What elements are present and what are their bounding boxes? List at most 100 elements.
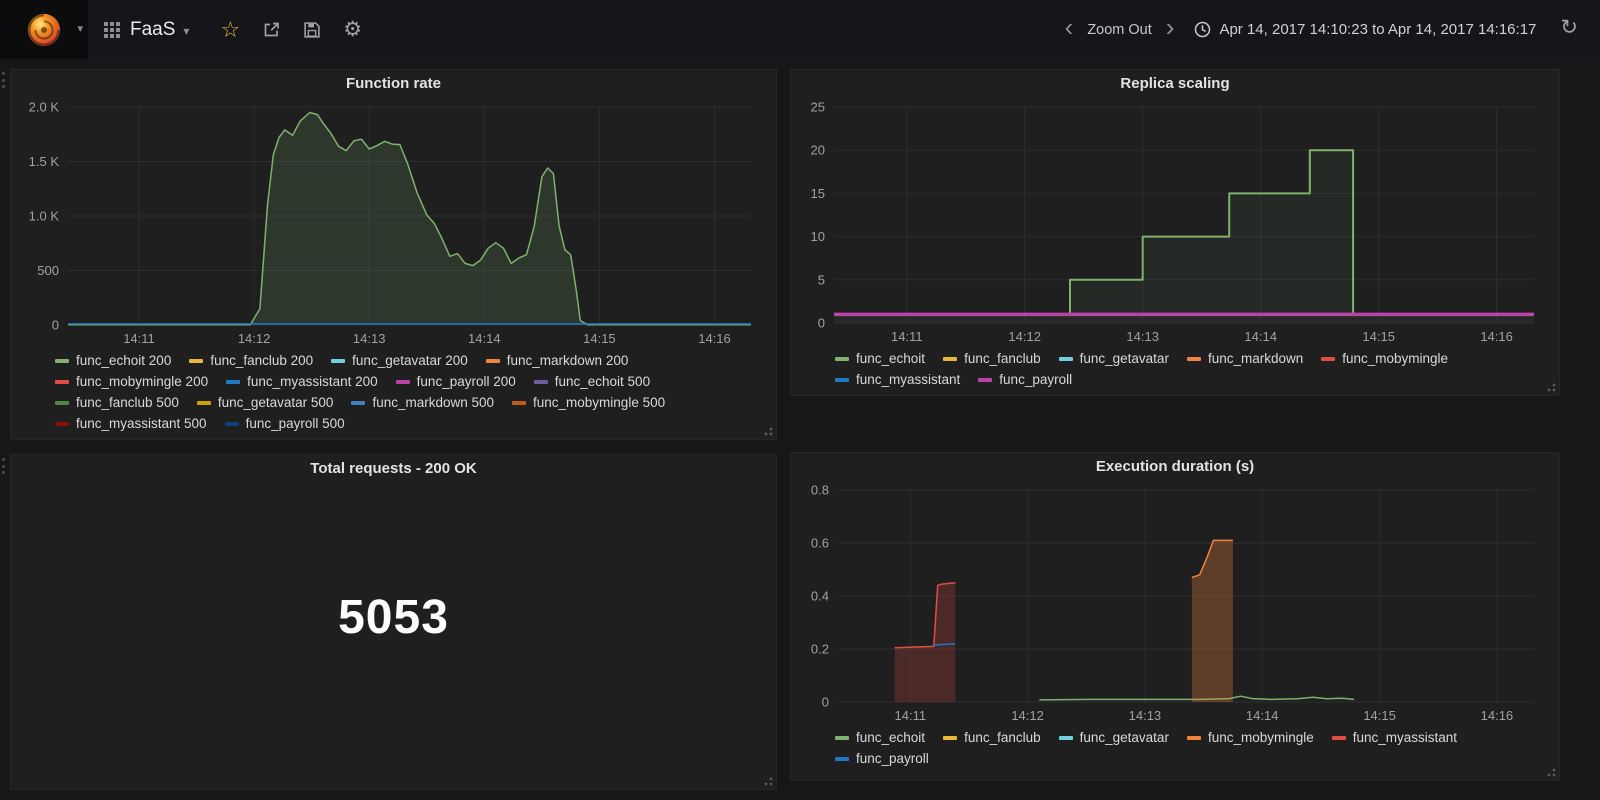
dashboard-settings-button[interactable]: ⚙ bbox=[332, 0, 373, 59]
svg-text:0.6: 0.6 bbox=[811, 536, 829, 551]
series-color-icon bbox=[835, 378, 849, 382]
star-dashboard-button[interactable]: ☆ bbox=[209, 0, 251, 59]
legend-item[interactable]: func_payroll 500 bbox=[225, 413, 345, 434]
legend-label: func_echoit bbox=[856, 727, 925, 748]
legend-item[interactable]: func_myassistant 500 bbox=[55, 413, 207, 434]
series-color-icon bbox=[1187, 736, 1201, 740]
legend-label: func_mobymingle 500 bbox=[533, 392, 665, 413]
legend-label: func_myassistant bbox=[1353, 727, 1457, 748]
panel-resize-handle[interactable] bbox=[762, 775, 774, 787]
legend-label: func_fanclub bbox=[964, 348, 1041, 369]
svg-text:14:14: 14:14 bbox=[1246, 708, 1279, 723]
zoom-out-button[interactable]: Zoom Out bbox=[1083, 22, 1155, 38]
svg-text:2.0 K: 2.0 K bbox=[29, 100, 60, 115]
panel-execution-duration: Execution duration (s) 00.20.40.60.814:1… bbox=[790, 452, 1560, 781]
legend-label: func_mobymingle bbox=[1208, 727, 1314, 748]
row-drag-handle[interactable] bbox=[2, 72, 6, 88]
legend-item[interactable]: func_payroll 200 bbox=[396, 371, 516, 392]
series-color-icon bbox=[1321, 357, 1335, 361]
chevron-right-icon: › bbox=[1166, 12, 1175, 42]
legend-item[interactable]: func_fanclub bbox=[943, 348, 1041, 369]
legend-item[interactable]: func_fanclub bbox=[943, 727, 1041, 748]
panel-resize-handle[interactable] bbox=[762, 425, 774, 437]
legend-label: func_payroll 500 bbox=[246, 413, 345, 434]
legend-item[interactable]: func_mobymingle bbox=[1321, 348, 1448, 369]
legend-item[interactable]: func_getavatar 200 bbox=[331, 350, 468, 371]
legend-item[interactable]: func_echoit bbox=[835, 348, 925, 369]
svg-text:0: 0 bbox=[822, 695, 829, 710]
svg-text:14:14: 14:14 bbox=[1244, 329, 1277, 344]
refresh-icon: ↻ bbox=[1560, 16, 1578, 39]
legend-label: func_getavatar 200 bbox=[352, 350, 468, 371]
svg-text:14:11: 14:11 bbox=[123, 331, 155, 346]
panel-title-replica-scaling[interactable]: Replica scaling bbox=[791, 70, 1559, 97]
execution-duration-legend: func_echoitfunc_fanclubfunc_getavatarfun… bbox=[791, 726, 1559, 773]
legend-item[interactable]: func_mobymingle bbox=[1187, 727, 1314, 748]
legend-item[interactable]: func_fanclub 200 bbox=[189, 350, 313, 371]
svg-text:0.2: 0.2 bbox=[811, 642, 829, 657]
svg-text:14:13: 14:13 bbox=[1129, 708, 1162, 723]
time-shift-back-button[interactable]: ‹ bbox=[1055, 14, 1084, 46]
panel-title-total-requests[interactable]: Total requests - 200 OK bbox=[11, 455, 776, 482]
panel-resize-handle[interactable] bbox=[1545, 766, 1557, 778]
legend-item[interactable]: func_payroll bbox=[978, 369, 1072, 390]
legend-item[interactable]: func_mobymingle 500 bbox=[512, 392, 665, 413]
series-color-icon bbox=[1332, 736, 1346, 740]
panel-title-function-rate[interactable]: Function rate bbox=[11, 70, 776, 97]
svg-text:14:13: 14:13 bbox=[1126, 329, 1159, 344]
dashboard-picker[interactable]: FaaS ▾ bbox=[88, 0, 209, 59]
panel-resize-handle[interactable] bbox=[1545, 381, 1557, 393]
legend-item[interactable]: func_getavatar bbox=[1059, 348, 1169, 369]
execution-duration-chart[interactable]: 00.20.40.60.814:1114:1214:1314:1414:1514… bbox=[796, 480, 1552, 726]
svg-text:14:12: 14:12 bbox=[1011, 708, 1044, 723]
series-color-icon bbox=[226, 380, 240, 384]
legend-item[interactable]: func_markdown 200 bbox=[486, 350, 629, 371]
legend-item[interactable]: func_getavatar bbox=[1059, 727, 1169, 748]
legend-item[interactable]: func_fanclub 500 bbox=[55, 392, 179, 413]
series-color-icon bbox=[835, 357, 849, 361]
svg-text:14:16: 14:16 bbox=[1481, 708, 1514, 723]
legend-item[interactable]: func_payroll bbox=[835, 748, 929, 769]
legend-item[interactable]: func_myassistant 200 bbox=[226, 371, 378, 392]
legend-item[interactable]: func_echoit 500 bbox=[534, 371, 650, 392]
legend-label: func_echoit 500 bbox=[555, 371, 650, 392]
share-dashboard-button[interactable] bbox=[251, 0, 292, 59]
legend-label: func_getavatar bbox=[1080, 348, 1169, 369]
legend-label: func_fanclub 500 bbox=[76, 392, 179, 413]
series-color-icon bbox=[978, 378, 992, 382]
refresh-button[interactable]: ↻ bbox=[1546, 17, 1588, 42]
chevron-down-icon: ▾ bbox=[183, 21, 189, 38]
stat-container: 5053 bbox=[11, 482, 776, 752]
panel-title-execution-duration[interactable]: Execution duration (s) bbox=[791, 453, 1559, 480]
series-color-icon bbox=[512, 401, 526, 405]
legend-label: func_getavatar 500 bbox=[218, 392, 334, 413]
grafana-logo[interactable]: ▾ bbox=[0, 0, 88, 59]
function-rate-chart[interactable]: 05001.0 K1.5 K2.0 K14:1114:1214:1314:141… bbox=[16, 97, 769, 349]
series-color-icon bbox=[351, 401, 365, 405]
replica-scaling-chart[interactable]: 051015202514:1114:1214:1314:1414:1514:16 bbox=[796, 97, 1552, 347]
svg-text:14:16: 14:16 bbox=[698, 331, 731, 346]
legend-item[interactable]: func_echoit 200 bbox=[55, 350, 171, 371]
save-dashboard-button[interactable] bbox=[292, 0, 332, 59]
navbar-right: ‹ Zoom Out › Apr 14, 2017 14:10:23 to Ap… bbox=[1055, 0, 1600, 59]
series-color-icon bbox=[943, 736, 957, 740]
legend-label: func_myassistant 200 bbox=[247, 371, 378, 392]
svg-text:0: 0 bbox=[818, 316, 825, 331]
row-drag-handle[interactable] bbox=[2, 458, 6, 474]
series-color-icon bbox=[55, 422, 69, 426]
legend-item[interactable]: func_getavatar 500 bbox=[197, 392, 334, 413]
legend-item[interactable]: func_mobymingle 200 bbox=[55, 371, 208, 392]
legend-item[interactable]: func_echoit bbox=[835, 727, 925, 748]
total-requests-value: 5053 bbox=[338, 590, 449, 645]
legend-item[interactable]: func_myassistant bbox=[1332, 727, 1457, 748]
legend-label: func_markdown 200 bbox=[507, 350, 629, 371]
legend-item[interactable]: func_markdown bbox=[1187, 348, 1303, 369]
svg-text:14:15: 14:15 bbox=[1362, 329, 1395, 344]
time-shift-forward-button[interactable]: › bbox=[1156, 14, 1185, 46]
legend-item[interactable]: func_markdown 500 bbox=[351, 392, 494, 413]
legend-item[interactable]: func_myassistant bbox=[835, 369, 960, 390]
time-range-picker[interactable]: Apr 14, 2017 14:10:23 to Apr 14, 2017 14… bbox=[1184, 21, 1546, 38]
legend-label: func_mobymingle bbox=[1342, 348, 1448, 369]
org-caret-icon[interactable]: ▾ bbox=[77, 22, 83, 35]
series-color-icon bbox=[1059, 736, 1073, 740]
